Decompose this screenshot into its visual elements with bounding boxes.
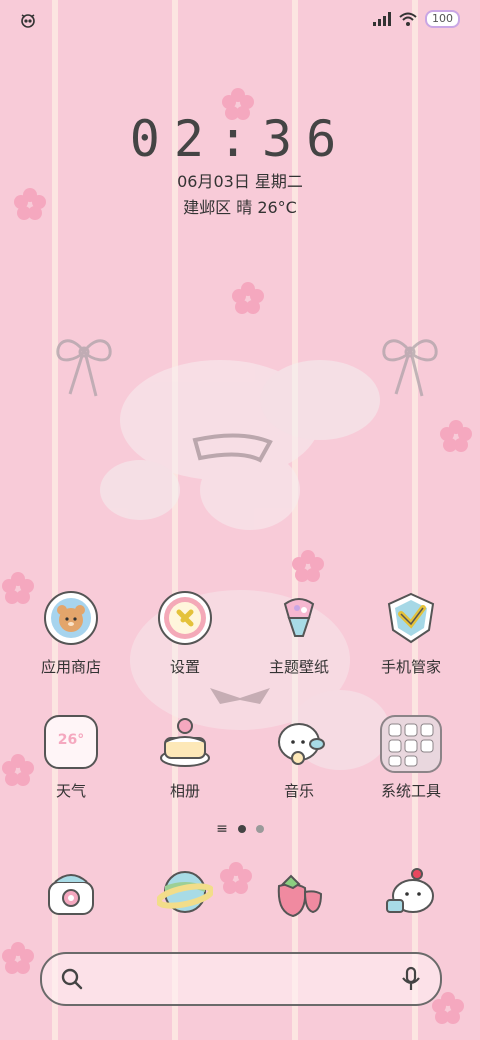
app-label: 主题壁纸 [268,658,329,676]
phone-icon [43,864,99,920]
app-label: 设置 [169,658,200,676]
weather-temp: 26° [57,732,85,748]
menu-lines-icon: ≡ [216,821,228,837]
settings-icon [157,590,213,646]
dock-browser[interactable] [130,864,240,920]
shield-check-icon [383,590,439,646]
camera-cake-icon [383,864,439,920]
app-label: 系统工具 [380,782,441,800]
flower-decoration [2,942,34,974]
signal-icon [373,12,391,26]
robot-alarm-icon [21,14,35,28]
status-bar: 100 [0,0,480,40]
dock-camera[interactable] [356,864,466,920]
app-music[interactable]: 音乐 [244,714,354,801]
wifi-icon [399,12,417,26]
search-icon[interactable] [60,967,84,991]
date-text[interactable]: 06月03日 星期二 [0,168,480,192]
mascot-illustration [100,360,380,530]
search-bar[interactable] [40,952,442,1006]
weather-icon: 26° [43,714,99,770]
app-label: 音乐 [283,782,314,800]
dock-strawberry-app[interactable] [244,864,354,920]
app-phone-manager[interactable]: 手机管家 [356,590,466,677]
page-indicator[interactable]: ≡ [0,821,480,837]
music-bunny-icon [271,714,327,770]
clock-time[interactable]: 02:36 [0,110,480,168]
page-dot[interactable] [255,825,264,833]
app-theme[interactable]: 主题壁纸 [244,590,354,677]
flower-decoration [232,282,264,314]
theme-icon [271,590,327,646]
mic-icon[interactable] [400,966,422,992]
battery-indicator: 100 [425,10,460,28]
page-dot-active[interactable] [237,825,246,833]
app-label: 天气 [55,782,86,800]
cake-gallery-icon [157,714,213,770]
app-label: 应用商店 [40,658,101,676]
browser-planet-icon [155,864,215,920]
app-weather[interactable]: 26° 天气 [16,714,126,801]
app-gallery[interactable]: 相册 [130,714,240,801]
weather-summary[interactable]: 建邺区 晴 26°C [0,194,480,218]
app-label: 手机管家 [380,658,441,676]
app-label: 相册 [169,782,200,800]
app-store[interactable]: 应用商店 [16,590,126,677]
folder-system-tools[interactable]: 系统工具 [356,710,466,801]
app-settings[interactable]: 设置 [130,590,240,677]
dock-phone[interactable] [16,864,126,920]
tools-folder-icon [379,710,443,774]
strawberry-icon [271,864,327,920]
bear-store-icon [43,590,99,646]
flower-decoration [440,420,472,452]
